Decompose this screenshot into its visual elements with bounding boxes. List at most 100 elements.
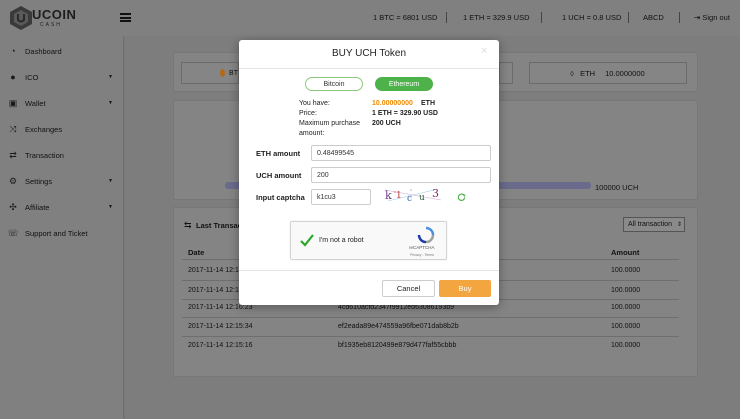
exchange-icon: ⤨: [9, 123, 17, 134]
buy-button[interactable]: Buy: [439, 280, 491, 297]
close-icon[interactable]: ×: [481, 45, 487, 57]
row-hash[interactable]: bf1935eb8120499e879d477faf55cbbb: [338, 342, 456, 349]
row-amount: 100.0000: [611, 342, 641, 349]
column-header-amount: Amount: [611, 248, 640, 257]
row-hash[interactable]: ef2eada89e474559a96fbe071dab8b2b: [338, 323, 459, 330]
bitcoin-icon: [220, 69, 226, 77]
eth-rate: 1 ETH = 329.9 USD: [463, 13, 530, 22]
row-amount: 100.0000: [611, 267, 641, 274]
recaptcha-brand: reCAPTCHA: [409, 245, 435, 250]
dashboard-icon: ◔: [10, 46, 16, 56]
last-transactions-title: Last Transact: [196, 221, 245, 230]
top-header: UCOIN CASH 1 BTC = 6801 USD 1 ETH = 329.…: [0, 0, 740, 36]
sidebar-item-label: Transaction: [25, 150, 64, 160]
uch-amount-input[interactable]: 200: [311, 167, 491, 183]
sidebar-item-support[interactable]: ☏ Support and Ticket: [7, 226, 88, 240]
uch-balance-box[interactable]: [499, 62, 513, 84]
ucoin-logo-icon[interactable]: [8, 5, 34, 31]
logo-subtext: CASH: [40, 22, 62, 28]
chevron-down-icon: ▼: [108, 178, 113, 184]
buy-uch-modal: BUY UCH Token × Bitcoin Ethereum You hav…: [239, 40, 499, 305]
svg-text:u: u: [419, 193, 425, 203]
transaction-icon: ⇄: [9, 149, 17, 160]
tab-ethereum[interactable]: Ethereum: [375, 77, 433, 91]
sidebar-item-affiliate[interactable]: ✣ Affiliate ▼: [8, 200, 120, 214]
sidebar-item-label: Affiliate: [25, 202, 50, 212]
row-amount: 100.0000: [611, 304, 641, 311]
btc-balance-box[interactable]: BT: [181, 62, 239, 84]
signout-link[interactable]: ⇥ Sign out: [694, 13, 730, 22]
uch-amount-label: UCH amount: [256, 171, 302, 180]
svg-text:c: c: [407, 194, 412, 204]
signout-icon: ⇥: [694, 13, 701, 22]
sidebar-item-dashboard[interactable]: ◔ Dashboard: [8, 44, 62, 58]
modal-divider: [239, 68, 499, 69]
max-purchase-label-2: amount:: [299, 130, 325, 137]
sidebar-item-transaction[interactable]: ⇄ Transaction: [8, 148, 64, 162]
filter-value: All transaction: [628, 221, 672, 228]
eth-balance-label: ETH: [580, 68, 596, 78]
eth-amount-label: ETH amount: [256, 149, 301, 158]
username[interactable]: ABCD: [643, 13, 664, 22]
wallet-icon: ▣: [8, 97, 18, 108]
sidebar-item-wallet[interactable]: ▣ Wallet ▼: [8, 96, 120, 110]
recaptcha-widget[interactable]: I'm not a robot reCAPTCHA Privacy - Term…: [290, 221, 447, 260]
eth-balance-value: 10.0000000: [605, 68, 645, 78]
btc-rate: 1 BTC = 6801 USD: [373, 13, 438, 22]
sidebar-item-settings[interactable]: ⚙ Settings ▼: [8, 174, 120, 188]
you-have-unit: ETH: [421, 100, 435, 107]
sidebar-item-ico[interactable]: ● ICO ▼: [8, 70, 120, 84]
tab-bitcoin[interactable]: Bitcoin: [305, 77, 363, 91]
divider: [679, 12, 680, 23]
price-label: Price:: [299, 110, 317, 117]
checkmark-icon[interactable]: [299, 232, 315, 248]
refresh-captcha-icon[interactable]: [457, 192, 466, 201]
row-amount: 100.0000: [611, 323, 641, 330]
logo-text: UCOIN: [32, 7, 77, 22]
svg-text:3: 3: [432, 187, 439, 200]
modal-title: BUY UCH Token: [331, 48, 407, 59]
sidebar-item-label: Dashboard: [25, 46, 62, 56]
max-purchase-label: Maximum purchase: [299, 120, 361, 127]
price-value: 1 ETH = 329.90 USD: [372, 110, 438, 117]
divider: [446, 12, 447, 23]
sidebar-item-exchanges[interactable]: ⤨ Exchanges: [8, 122, 62, 136]
support-icon: ☏: [7, 227, 19, 238]
transactions-icon: ⇆: [184, 220, 192, 230]
column-header-date: Date: [188, 248, 205, 257]
ico-progress-label: 100000 UCH: [595, 183, 639, 192]
transaction-filter-select[interactable]: All transaction ⇕: [623, 217, 685, 232]
you-have-label: You have:: [299, 100, 330, 107]
chevron-down-icon: ▼: [108, 100, 113, 106]
you-have-value: 10.00000000: [372, 100, 413, 107]
row-divider: [182, 336, 679, 337]
recaptcha-logo-icon: [417, 226, 435, 244]
divider: [628, 12, 629, 23]
eth-amount-input[interactable]: 0.48499545: [311, 145, 491, 161]
gear-icon: ⚙: [8, 175, 18, 186]
sidebar-item-label: Exchanges: [25, 124, 63, 134]
recaptcha-label: I'm not a robot: [319, 237, 364, 244]
row-date: 2017-11-14 12:16:23: [188, 304, 253, 311]
eth-balance-box[interactable]: ⬨ ETH 10.0000000: [529, 62, 687, 84]
captcha-image: k 1 c u 3: [384, 187, 442, 204]
row-date: 2017-11-14 12:15:16: [188, 342, 253, 349]
sidebar: ◔ Dashboard ● ICO ▼ ▣ Wallet ▼ ⤨ Exchang…: [0, 36, 124, 419]
row-hash[interactable]: 4cd610acfd2347f9912ed63086193b9: [338, 304, 454, 311]
affiliate-icon: ✣: [9, 201, 17, 212]
recaptcha-terms-link[interactable]: Privacy - Terms: [410, 253, 434, 257]
sidebar-item-label: Support and Ticket: [25, 228, 88, 238]
ethereum-icon: ⬨: [570, 67, 575, 78]
captcha-input[interactable]: k1cu3: [311, 189, 371, 205]
row-date: 2017-11-14 12:1: [188, 267, 239, 274]
row-date: 2017-11-14 12:1: [188, 287, 239, 294]
menu-toggle-icon[interactable]: [120, 13, 131, 22]
svg-text:k: k: [385, 189, 392, 202]
row-date: 2017-11-14 12:15:34: [188, 323, 253, 330]
sidebar-item-label: Wallet: [25, 98, 46, 108]
max-purchase-value: 200 UCH: [372, 120, 401, 127]
cancel-button[interactable]: Cancel: [382, 280, 435, 297]
chevron-down-icon: ▼: [108, 74, 113, 80]
row-divider: [182, 317, 679, 318]
uch-rate: 1 UCH = 0.8 USD: [562, 13, 622, 22]
